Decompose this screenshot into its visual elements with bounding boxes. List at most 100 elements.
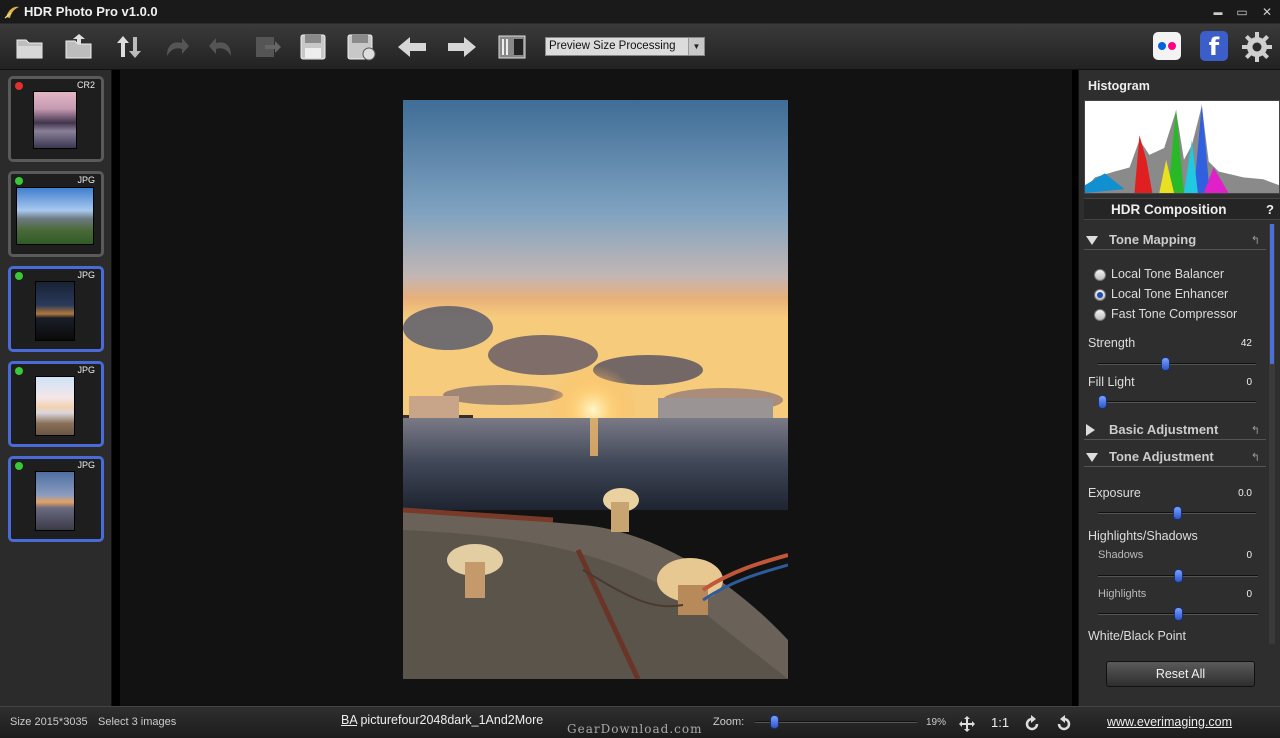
export-icon (256, 37, 281, 57)
fill-light-slider-track[interactable] (1098, 401, 1256, 403)
highlights-label: Highlights (1098, 588, 1147, 600)
zoom-label: Zoom: (713, 716, 745, 728)
save-button[interactable] (297, 32, 329, 62)
reset-section-icon[interactable]: ↰ (1251, 451, 1260, 464)
swap-button[interactable] (113, 32, 145, 62)
flickr-icon (1158, 42, 1166, 50)
status-dot (15, 272, 23, 280)
filmstrip-item[interactable]: JPG (8, 266, 104, 352)
compare-button[interactable] (496, 32, 528, 62)
facebook-button[interactable]: f (1200, 31, 1228, 61)
status-dot (15, 367, 23, 375)
rotate-counterclockwise-icon[interactable] (1055, 715, 1073, 733)
exposure-value: 0.0 (1238, 488, 1252, 499)
hdr-composition-header: HDR Composition ? (1084, 198, 1280, 220)
radio-label: Local Tone Balancer (1111, 267, 1225, 281)
highlights-slider-handle[interactable] (1173, 607, 1183, 621)
selection-count-text: Select 3 images (98, 716, 177, 728)
shadows-label: Shadows (1098, 549, 1144, 561)
flickr-button[interactable] (1153, 32, 1181, 60)
radio-button[interactable] (1094, 289, 1106, 301)
collapse-triangle-icon (1086, 236, 1098, 245)
window-title: HDR Photo Pro v1.0.0 (24, 4, 158, 19)
reset-section-icon[interactable]: ↰ (1251, 424, 1260, 437)
format-label: JPG (77, 175, 95, 185)
close-button[interactable]: ✕ (1257, 3, 1277, 21)
hdr-preview-image (403, 100, 788, 679)
section-tone-mapping[interactable]: Tone Mapping ↰ (1084, 230, 1266, 250)
previous-arrow-icon (398, 37, 426, 57)
zoom-value: 19% (926, 717, 947, 728)
panel-scrollbar[interactable] (1269, 224, 1275, 644)
filmstrip-item[interactable]: CR2 (8, 76, 104, 162)
radio-fast-tone-compressor[interactable]: Fast Tone Compressor (1089, 307, 1280, 323)
compare-icon (498, 35, 526, 59)
maximize-button[interactable]: ▭ (1232, 3, 1252, 21)
file-name-text: picturefour2048dark_1And2More (357, 713, 544, 727)
radio-local-tone-enhancer[interactable]: Local Tone Enhancer (1089, 287, 1280, 303)
minimize-button[interactable]: ▬ (1208, 3, 1228, 21)
filmstrip-item[interactable]: JPG (8, 361, 104, 447)
zoom-slider-track[interactable] (755, 721, 917, 723)
preview-size-select[interactable]: Preview Size Processing ▼ (545, 37, 705, 56)
image-size-text: Size 2015*3035 (10, 716, 88, 728)
strength-slider-handle[interactable] (1160, 357, 1170, 371)
open-folder-button[interactable] (14, 32, 46, 62)
redo-icon (167, 38, 189, 56)
gear-icon[interactable] (1241, 31, 1273, 63)
filmstrip-item[interactable]: JPG (8, 171, 104, 257)
radio-button[interactable] (1094, 309, 1106, 321)
fit-to-screen-icon[interactable] (958, 715, 976, 733)
shadows-value: 0 (1246, 550, 1252, 561)
filmstrip-item[interactable]: JPG (8, 456, 104, 542)
export-button[interactable] (251, 32, 283, 62)
section-label: Basic Adjustment (1109, 422, 1219, 437)
undo-button[interactable] (206, 32, 238, 62)
previous-button[interactable] (396, 32, 428, 62)
status-bar: Size 2015*3035 Select 3 images BA pictur… (0, 706, 1280, 738)
collapse-triangle-icon (1086, 453, 1098, 462)
zoom-slider-handle[interactable] (770, 715, 780, 729)
next-button[interactable] (446, 32, 478, 62)
website-link[interactable]: www.everimaging.com (1107, 715, 1232, 729)
image-canvas[interactable] (120, 70, 1072, 706)
fill-light-value: 0 (1246, 377, 1252, 388)
open-file-icon (65, 34, 92, 59)
actual-size-button[interactable]: 1:1 (991, 715, 1009, 730)
rotate-clockwise-icon[interactable] (1023, 715, 1041, 733)
format-label: JPG (77, 270, 95, 280)
thumbnail-image (35, 376, 75, 436)
save-as-button[interactable] (345, 32, 377, 62)
radio-local-tone-balancer[interactable]: Local Tone Balancer (1089, 267, 1280, 283)
redo-button[interactable] (160, 32, 192, 62)
help-button[interactable]: ? (1266, 202, 1274, 217)
strength-slider-track[interactable] (1098, 363, 1256, 365)
chevron-down-icon: ▼ (688, 38, 704, 55)
flickr-icon-dot (1168, 42, 1176, 50)
filmstrip: CR2 JPG JPG JPG JPG (0, 70, 112, 706)
status-dot (15, 462, 23, 470)
open-file-button[interactable] (63, 32, 95, 62)
exposure-slider-handle[interactable] (1172, 506, 1182, 520)
radio-button[interactable] (1094, 269, 1106, 281)
reset-section-icon[interactable]: ↰ (1251, 234, 1260, 247)
scrollbar-thumb[interactable] (1270, 224, 1274, 364)
section-label: Tone Adjustment (1109, 449, 1214, 464)
file-prefix: BA (341, 713, 357, 727)
open-folder-icon (16, 39, 43, 59)
title-bar: HDR Photo Pro v1.0.0 ▬ ▭ ✕ (0, 0, 1280, 24)
expand-triangle-icon (1086, 424, 1095, 436)
adjustments-panel: Histogram HDR Composition ? Tone Mapping… (1078, 70, 1280, 706)
save-as-icon (347, 34, 376, 61)
undo-icon (209, 38, 231, 56)
highlights-value: 0 (1246, 589, 1252, 600)
white-black-point-label: White/Black Point (1088, 629, 1186, 643)
reset-all-button[interactable]: Reset All (1106, 661, 1255, 687)
fill-light-slider-handle[interactable] (1098, 395, 1107, 409)
section-tone-adjustment[interactable]: Tone Adjustment ↰ (1084, 447, 1266, 467)
shadows-slider-handle[interactable] (1173, 569, 1183, 583)
file-name: BA picturefour2048dark_1And2More (341, 713, 543, 727)
status-dot (15, 82, 23, 90)
section-basic-adjustment[interactable]: Basic Adjustment ↰ (1084, 420, 1266, 440)
histogram-title: Histogram (1088, 79, 1150, 93)
